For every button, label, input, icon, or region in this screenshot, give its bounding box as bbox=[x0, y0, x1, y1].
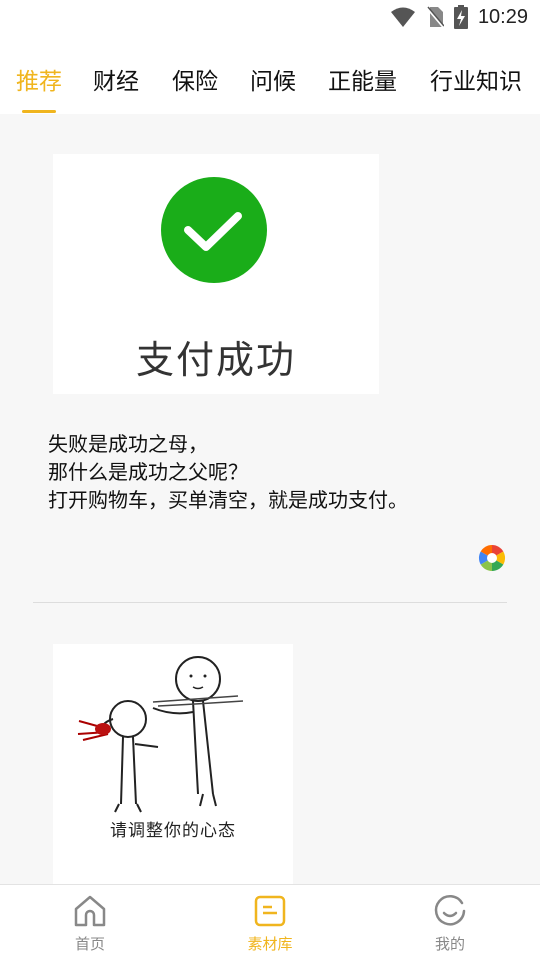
payment-success-text: 支付成功 bbox=[135, 338, 296, 382]
nav-profile-label: 我的 bbox=[434, 935, 465, 953]
post-text-line: 失败是成功之母， bbox=[48, 432, 208, 456]
payment-success-image[interactable]: 支付成功 bbox=[53, 154, 379, 394]
active-tab-indicator bbox=[22, 110, 56, 113]
profile-smile-icon bbox=[434, 895, 466, 926]
status-icons: 10:29 bbox=[390, 5, 528, 29]
post-text: 失败是成功之母， 那什么是成功之父呢？ 打开购物车，买单清空，就是成功支付。 bbox=[48, 430, 508, 514]
battery-charging-icon bbox=[453, 5, 468, 29]
meme-caption: 请调整你的心态 bbox=[110, 821, 236, 841]
no-sim-icon bbox=[426, 6, 444, 28]
meme-image[interactable]: 请调整你的心态 bbox=[53, 644, 293, 884]
nav-home[interactable]: 首页 bbox=[45, 893, 135, 954]
bottom-nav: 首页 素材库 我的 bbox=[0, 884, 540, 960]
nav-library[interactable]: 素材库 bbox=[225, 893, 315, 954]
post-text-line: 打开购物车，买单清空，就是成功支付。 bbox=[48, 488, 408, 512]
wifi-icon bbox=[390, 7, 415, 27]
tab-finance[interactable]: 财经 bbox=[93, 62, 139, 96]
tab-insurance[interactable]: 保险 bbox=[172, 62, 218, 96]
feed: 支付成功 失败是成功之母， 那什么是成功之父呢？ 打开购物车，买单清空，就是成功… bbox=[0, 114, 540, 884]
post-text-line: 那什么是成功之父呢？ bbox=[48, 460, 248, 484]
library-icon bbox=[254, 895, 286, 927]
tab-industry-knowledge[interactable]: 行业知识 bbox=[430, 62, 522, 96]
post-divider bbox=[33, 602, 507, 603]
nav-library-label: 素材库 bbox=[247, 935, 293, 953]
tab-greetings[interactable]: 问候 bbox=[250, 62, 296, 96]
stick-figure-illustration bbox=[77, 656, 244, 813]
nav-home-label: 首页 bbox=[74, 935, 105, 953]
home-icon bbox=[74, 895, 106, 927]
category-tabs: 推荐 财经 保险 问候 正能量 行业知识 bbox=[0, 36, 540, 114]
status-bar: 10:29 bbox=[0, 0, 540, 36]
tab-positive-energy[interactable]: 正能量 bbox=[328, 62, 397, 96]
colorful-shutter-icon[interactable] bbox=[478, 544, 506, 572]
nav-profile[interactable]: 我的 bbox=[405, 893, 495, 954]
tab-recommend[interactable]: 推荐 bbox=[16, 62, 62, 96]
clock-time: 10:29 bbox=[477, 5, 528, 28]
